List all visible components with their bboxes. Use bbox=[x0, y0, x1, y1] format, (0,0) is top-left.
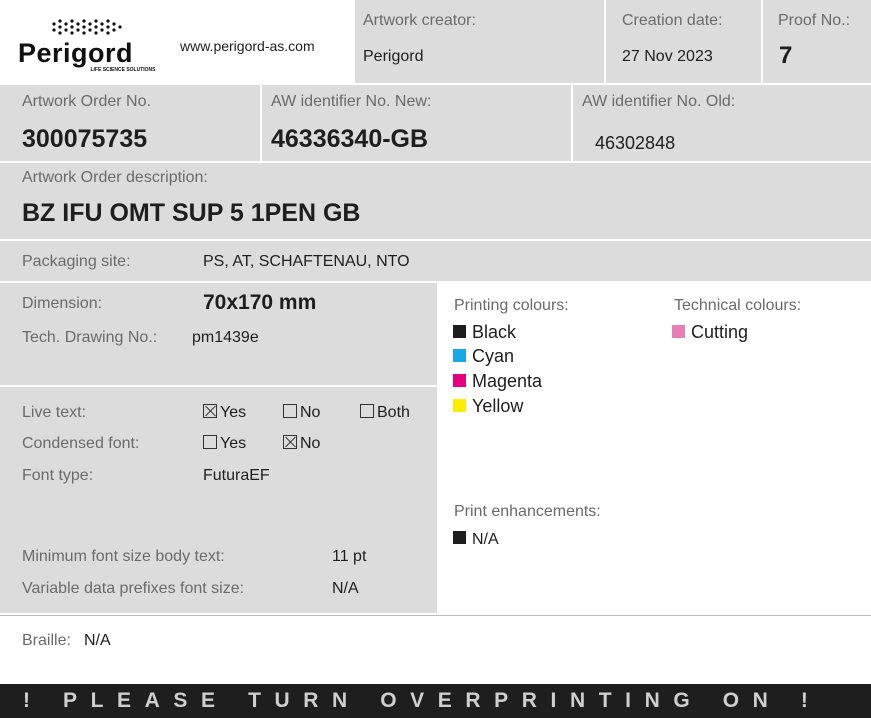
artwork-creator-cell: Artwork creator: Perigord bbox=[355, 0, 604, 83]
braille-cell: Braille: N/A bbox=[0, 615, 871, 684]
logo-wordmark: Perigord bbox=[18, 38, 134, 68]
magenta-swatch-icon bbox=[453, 374, 466, 387]
braille-value: N/A bbox=[84, 632, 111, 649]
enhancements-value: N/A bbox=[453, 531, 499, 549]
colour-cyan: Cyan bbox=[453, 346, 514, 367]
description-value: BZ IFU OMT SUP 5 1PEN GB bbox=[22, 199, 361, 227]
packaging-label: Packaging site: bbox=[22, 253, 131, 270]
cond-yes-option[interactable]: Yes bbox=[203, 435, 246, 453]
colour-cutting: Cutting bbox=[672, 322, 748, 343]
dimension-value: 70x170 mm bbox=[203, 291, 317, 314]
artwork-creator-value: Perigord bbox=[363, 48, 424, 65]
aw-old-label: AW identifier No. Old: bbox=[582, 93, 736, 110]
aw-old-cell: AW identifier No. Old: 46302848 bbox=[573, 85, 871, 161]
packaging-value: PS, AT, SCHAFTENAU, NTO bbox=[203, 253, 410, 270]
dimension-cell: Dimension: 70x170 mm Tech. Drawing No.: … bbox=[0, 283, 437, 385]
creation-date-label: Creation date: bbox=[622, 12, 723, 29]
colours-area: Printing colours: Black Cyan Magenta Yel… bbox=[439, 283, 871, 613]
aw-new-value: 46336340-GB bbox=[271, 125, 429, 153]
proof-value: 7 bbox=[779, 42, 793, 69]
live-text-label: Live text: bbox=[22, 404, 87, 421]
braille-label: Braille: bbox=[22, 632, 71, 649]
overprinting-banner: ! PLEASE TURN OVERPRINTING ON ! bbox=[0, 684, 871, 718]
aw-old-value: 46302848 bbox=[595, 133, 676, 153]
min-font-label: Minimum font size body text: bbox=[22, 548, 225, 565]
description-cell: Artwork Order description: BZ IFU OMT SU… bbox=[0, 163, 871, 239]
live-no-option[interactable]: No bbox=[283, 404, 320, 422]
text-options-cell: Live text: Yes No Both Condensed font: Y… bbox=[0, 387, 437, 613]
min-font-value: 11 pt bbox=[332, 548, 367, 565]
live-both-option[interactable]: Both bbox=[360, 404, 410, 422]
proof-cell: Proof No.: 7 bbox=[763, 0, 871, 83]
enhancement-swatch-icon bbox=[453, 531, 466, 544]
condensed-label: Condensed font: bbox=[22, 435, 140, 452]
font-type-label: Font type: bbox=[22, 467, 94, 484]
aw-new-label: AW identifier No. New: bbox=[271, 93, 432, 110]
cyan-swatch-icon bbox=[453, 349, 466, 362]
artwork-creator-label: Artwork creator: bbox=[363, 12, 476, 29]
checkbox-checked-icon[interactable] bbox=[283, 435, 297, 449]
dimension-label: Dimension: bbox=[22, 295, 103, 312]
order-no-label: Artwork Order No. bbox=[22, 93, 151, 110]
colour-magenta: Magenta bbox=[453, 371, 542, 392]
checkbox-empty-icon[interactable] bbox=[360, 404, 374, 418]
logo-tagline: LIFE SCIENCE SOLUTIONS bbox=[90, 67, 156, 73]
drawing-value: pm1439e bbox=[192, 329, 259, 346]
yellow-swatch-icon bbox=[453, 399, 466, 412]
proof-label: Proof No.: bbox=[778, 12, 851, 29]
variable-value: N/A bbox=[332, 580, 359, 597]
technical-colours-label: Technical colours: bbox=[674, 297, 802, 314]
order-no-cell: Artwork Order No. 300075735 bbox=[0, 85, 260, 161]
colour-yellow: Yellow bbox=[453, 396, 523, 417]
aw-new-cell: AW identifier No. New: 46336340-GB bbox=[262, 85, 571, 161]
checkbox-empty-icon[interactable] bbox=[203, 435, 217, 449]
logo-dots-icon bbox=[52, 19, 122, 35]
checkbox-empty-icon[interactable] bbox=[283, 404, 297, 418]
logo-cell: Perigord LIFE SCIENCE SOLUTIONS www.peri… bbox=[0, 0, 353, 83]
checkbox-checked-icon[interactable] bbox=[203, 404, 217, 418]
colour-black: Black bbox=[453, 322, 516, 343]
drawing-label: Tech. Drawing No.: bbox=[22, 329, 158, 346]
description-label: Artwork Order description: bbox=[22, 169, 208, 186]
enhancements-label: Print enhancements: bbox=[454, 503, 601, 520]
live-yes-option[interactable]: Yes bbox=[203, 404, 246, 422]
cond-no-option[interactable]: No bbox=[283, 435, 320, 453]
variable-label: Variable data prefixes font size: bbox=[22, 580, 245, 597]
packaging-cell: Packaging site: PS, AT, SCHAFTENAU, NTO bbox=[0, 241, 871, 281]
font-type-value: FuturaEF bbox=[203, 467, 270, 484]
black-swatch-icon bbox=[453, 325, 466, 338]
order-no-value: 300075735 bbox=[22, 125, 148, 153]
cutting-swatch-icon bbox=[672, 325, 685, 338]
website-text: www.perigord-as.com bbox=[180, 38, 315, 54]
printing-colours-label: Printing colours: bbox=[454, 297, 569, 314]
creation-date-value: 27 Nov 2023 bbox=[622, 48, 713, 65]
creation-date-cell: Creation date: 27 Nov 2023 bbox=[606, 0, 761, 83]
